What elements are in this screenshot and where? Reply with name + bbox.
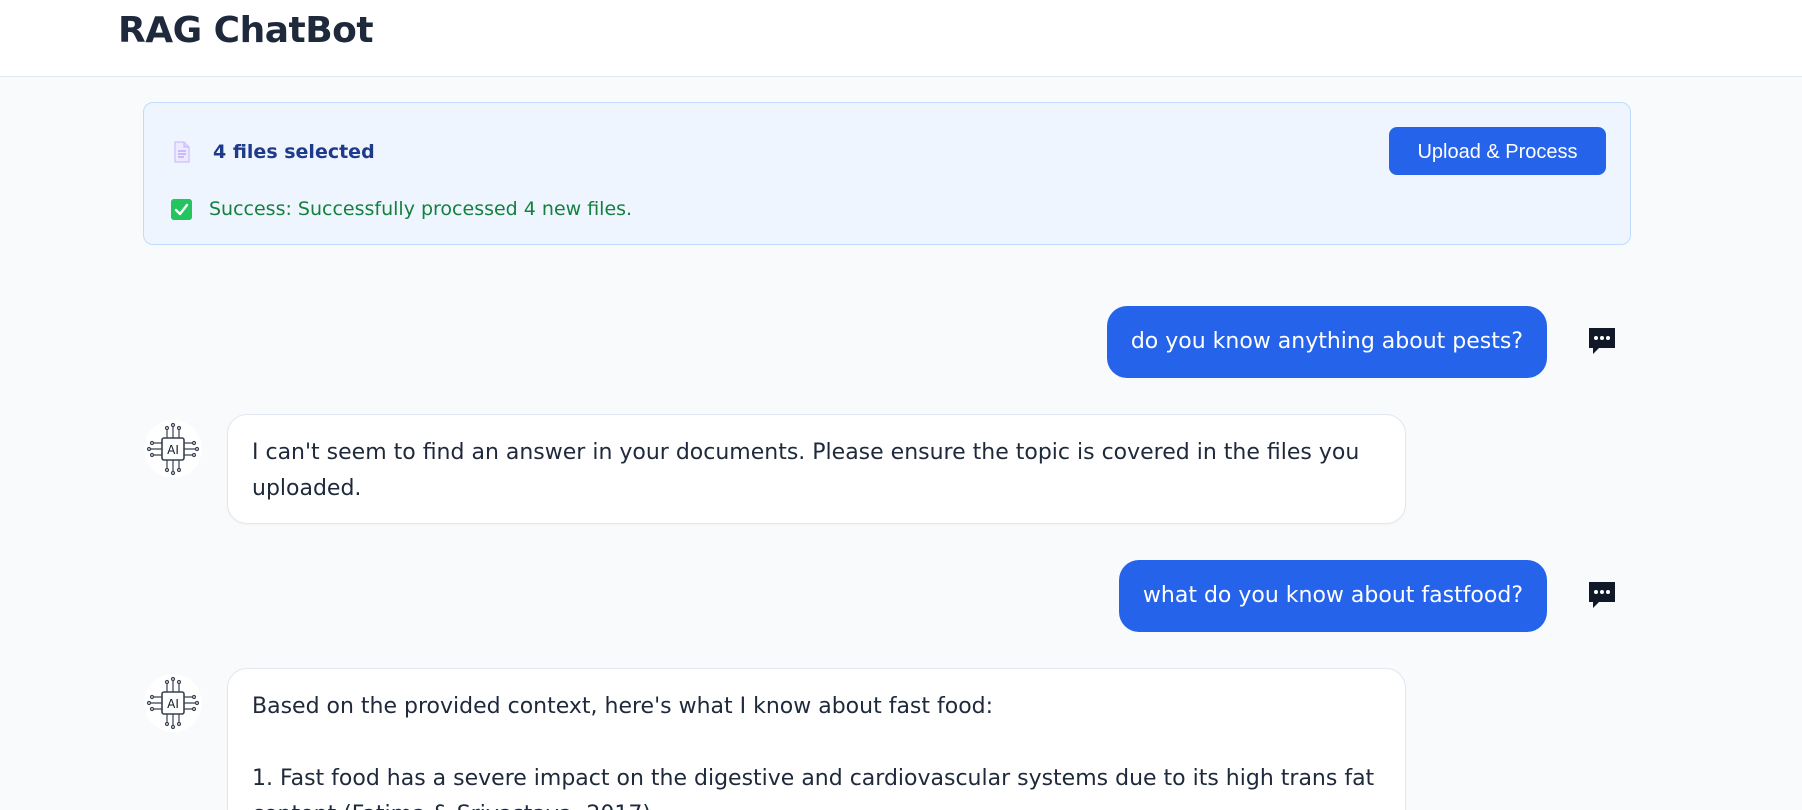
ai-chip-icon: AI bbox=[144, 674, 202, 732]
chat-bubble-icon bbox=[1589, 328, 1615, 354]
upload-panel: 4 files selected Upload & Process Succes… bbox=[143, 102, 1631, 245]
assistant-message-line: 1. Fast food has a severe impact on the … bbox=[252, 766, 1375, 791]
assistant-message: I can't seem to find an answer in your d… bbox=[227, 414, 1406, 524]
app-title: RAG ChatBot bbox=[118, 10, 374, 51]
checkbox-checked-icon bbox=[171, 199, 192, 220]
file-icon bbox=[174, 141, 190, 163]
upload-status-message: Success: Successfully processed 4 new fi… bbox=[209, 198, 633, 220]
user-message: do you know anything about pests? bbox=[1106, 306, 1547, 378]
assistant-message-line: I can't seem to find an answer in your d… bbox=[252, 440, 1360, 465]
chat-bubble-icon bbox=[1589, 582, 1615, 608]
assistant-message-line: Based on the provided context, here's wh… bbox=[252, 694, 994, 719]
ai-avatar-label: AI bbox=[167, 697, 179, 711]
ai-avatar-label: AI bbox=[167, 443, 179, 457]
assistant-message-line: content (Fatima & Srivastava, 2017). bbox=[252, 797, 1381, 810]
upload-process-button[interactable]: Upload & Process bbox=[1389, 127, 1606, 175]
user-message-text: do you know anything about pests? bbox=[1130, 329, 1523, 354]
ai-chip-icon: AI bbox=[144, 420, 202, 478]
files-selected-label: 4 files selected bbox=[213, 141, 375, 163]
user-message: what do you know about fastfood? bbox=[1118, 560, 1547, 632]
user-message-text: what do you know about fastfood? bbox=[1142, 583, 1523, 608]
assistant-message: Based on the provided context, here's wh… bbox=[227, 668, 1406, 810]
assistant-message-line: uploaded. bbox=[252, 476, 362, 501]
app-header: RAG ChatBot bbox=[0, 0, 1802, 77]
